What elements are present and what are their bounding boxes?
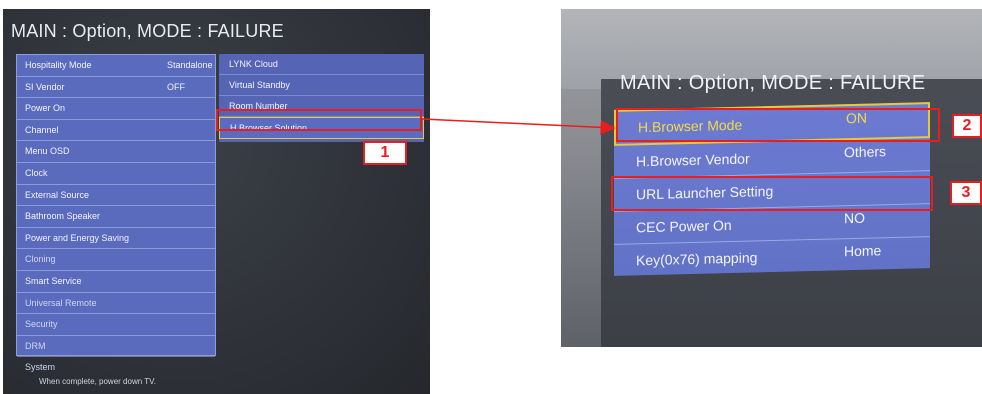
- menu-item-label: Universal Remote: [25, 297, 97, 308]
- menu-item-si-vendor[interactable]: SI Vendor OFF: [17, 77, 215, 99]
- menu-item-power-energy-saving[interactable]: Power and Energy Saving: [17, 228, 215, 250]
- menu-item-label: Cloning: [25, 254, 56, 265]
- callout-badge-2: 2: [952, 114, 982, 138]
- menu-item-system[interactable]: System: [17, 357, 215, 378]
- menu-item-clock[interactable]: Clock: [17, 163, 215, 185]
- menu-item-label: SI Vendor: [25, 81, 65, 92]
- right-menu-title: MAIN : Option, MODE : FAILURE: [620, 72, 926, 94]
- left-tv-photo: MAIN : Option, MODE : FAILURE Hospitalit…: [3, 9, 430, 394]
- footer-note: When complete, power down TV.: [39, 377, 156, 386]
- highlight-url-launcher-setting: [611, 176, 933, 211]
- submenu-item-lynk-cloud[interactable]: LYNK Cloud: [219, 54, 424, 75]
- menu-item-label: H.Browser Vendor: [636, 150, 750, 170]
- menu-item-label: Security: [25, 319, 58, 330]
- menu-item-label: Smart Service: [25, 275, 82, 286]
- menu-item-label: System: [25, 362, 56, 373]
- left-main-menu: Hospitality Mode Standalone SI Vendor OFF …: [16, 54, 216, 372]
- menu-item-cloning[interactable]: Cloning: [17, 249, 215, 271]
- menu-item-security[interactable]: Security: [17, 314, 215, 336]
- menu-item-label: CEC Power On: [636, 216, 732, 236]
- menu-item-label: DRM: [25, 340, 46, 351]
- menu-item-hospitality-mode[interactable]: Hospitality Mode Standalone: [17, 55, 215, 77]
- submenu-item-virtual-standby[interactable]: Virtual Standby: [219, 75, 424, 96]
- menu-item-value: Home: [844, 242, 882, 260]
- menu-item-drm[interactable]: DRM: [17, 336, 215, 358]
- menu-item-channel[interactable]: Channel: [17, 120, 215, 142]
- menu-item-label: Key(0x76) mapping: [636, 249, 758, 269]
- menu-item-label: Channel: [25, 124, 59, 135]
- highlight-hbrowser-solution: [216, 109, 422, 131]
- menu-item-value: Standalone: [167, 60, 213, 70]
- menu-item-label: Clock: [25, 167, 48, 178]
- menu-item-label: External Source: [25, 189, 90, 200]
- menu-item-smart-service[interactable]: Smart Service: [17, 271, 215, 293]
- callout-badge-3: 3: [950, 181, 982, 205]
- menu-item-label: Bathroom Speaker: [25, 211, 101, 222]
- menu-item-power-on[interactable]: Power On: [17, 98, 215, 120]
- menu-item-value: OFF: [167, 81, 185, 92]
- menu-item-universal-remote[interactable]: Universal Remote: [17, 293, 215, 315]
- left-menu-title: MAIN : Option, MODE : FAILURE: [11, 21, 284, 41]
- menu-item-external-source[interactable]: External Source: [17, 185, 215, 207]
- highlight-hbrowser-mode: [616, 108, 940, 142]
- menu-item-bathroom-speaker[interactable]: Bathroom Speaker: [17, 206, 215, 228]
- menu-item-label: Power On: [25, 103, 66, 114]
- menu-item-menu-osd[interactable]: Menu OSD: [17, 141, 215, 163]
- menu-item-label: Menu OSD: [25, 146, 70, 157]
- callout-badge-1: 1: [363, 141, 407, 165]
- menu-item-label: Hospitality Mode: [25, 60, 92, 70]
- menu-item-label: Power and Energy Saving: [25, 232, 130, 243]
